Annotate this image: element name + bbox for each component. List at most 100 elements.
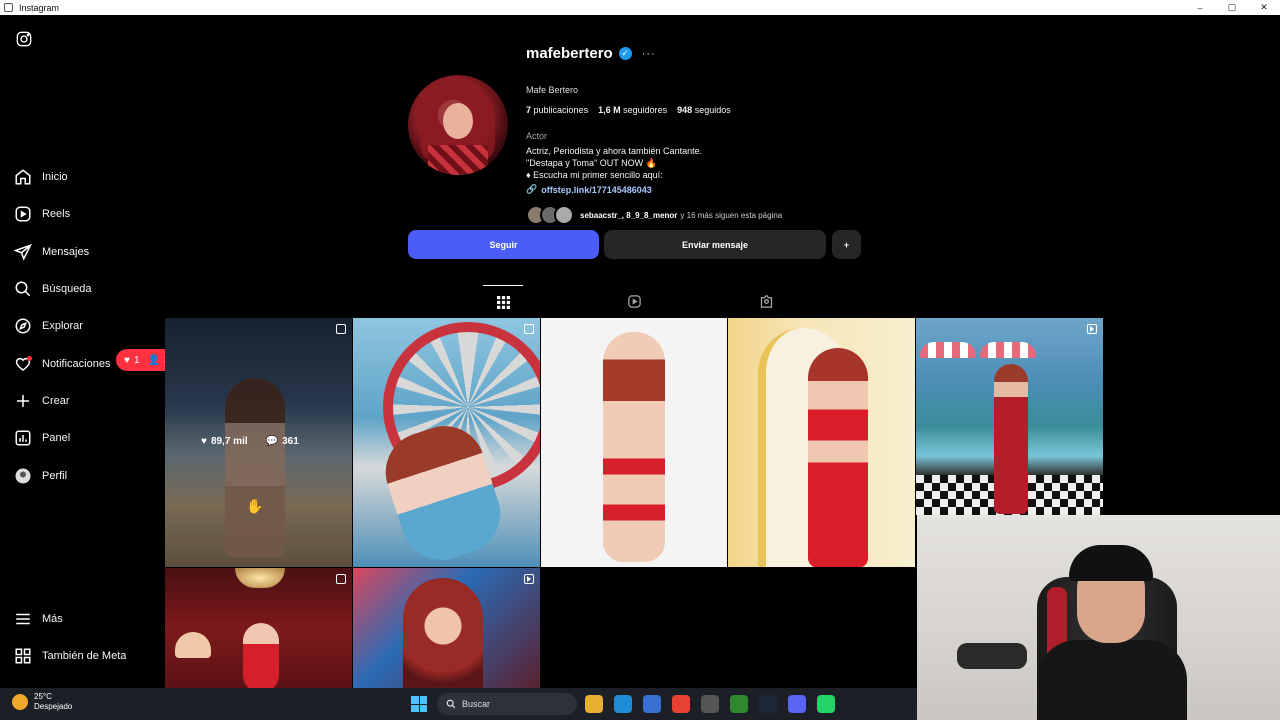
- more-options-icon[interactable]: ···: [642, 48, 656, 60]
- home-icon: [15, 169, 31, 185]
- explore-icon: [15, 318, 31, 334]
- nav-label: Reels: [42, 208, 71, 220]
- post-tile[interactable]: [728, 318, 915, 567]
- carousel-icon: [336, 324, 346, 334]
- post-likes: ♥ 89,7 mil: [201, 436, 248, 447]
- profile-full-name: Mafe Bertero: [526, 85, 579, 95]
- mouse-cursor-icon: ✋: [246, 498, 264, 514]
- like-count-icon: ♥: [124, 354, 130, 366]
- search-icon: [446, 699, 456, 709]
- steam-icon[interactable]: [759, 695, 777, 713]
- profile-stats: 7 publicaciones 1,6 M seguidores 948 seg…: [526, 105, 731, 115]
- search-placeholder: Buscar: [462, 699, 491, 709]
- nav-mas[interactable]: Más: [14, 608, 63, 630]
- start-button[interactable]: [411, 696, 427, 712]
- nav-label: Más: [42, 613, 63, 625]
- store-icon[interactable]: [643, 695, 661, 713]
- taskbar-search[interactable]: Buscar: [437, 693, 577, 715]
- tab-tagged[interactable]: [746, 285, 786, 318]
- meta-icon: [15, 648, 31, 664]
- window-controls: – ▢ ✕: [1184, 0, 1280, 15]
- whatsapp-icon[interactable]: [817, 695, 835, 713]
- nav-label: Perfil: [42, 470, 68, 482]
- bio-line: "Destapa y Toma" OUT NOW 🔥: [526, 158, 657, 168]
- profile-tabs: [165, 285, 1103, 318]
- nav-explorar[interactable]: Explorar: [14, 315, 83, 337]
- nav-tambien-de-meta[interactable]: También de Meta: [14, 645, 126, 667]
- post-tile[interactable]: [353, 318, 540, 567]
- profile-username: mafebertero: [526, 45, 613, 62]
- nav-label: Búsqueda: [42, 283, 92, 295]
- comment-icon: 💬: [265, 436, 279, 447]
- tab-reels[interactable]: [614, 285, 654, 318]
- nav-label: Explorar: [42, 320, 83, 332]
- like-count: 1: [133, 354, 140, 366]
- maximize-button[interactable]: ▢: [1216, 0, 1248, 15]
- bio-line: Actriz, Periodista y ahora también Canta…: [526, 146, 703, 156]
- windows-taskbar: 25°C Despejado Buscar: [0, 688, 917, 720]
- send-message-button[interactable]: Enviar mensaje: [604, 230, 826, 259]
- add-person-icon: +: [843, 239, 850, 250]
- nav-crear[interactable]: Crear: [14, 390, 70, 412]
- obs-icon[interactable]: [701, 695, 719, 713]
- file-explorer-icon[interactable]: [585, 695, 603, 713]
- reel-icon: [524, 574, 534, 584]
- nav-label: Mensajes: [42, 246, 90, 258]
- minimize-button[interactable]: –: [1184, 0, 1216, 15]
- nav-inicio[interactable]: Inicio: [14, 166, 68, 188]
- nav-mensajes[interactable]: Mensajes: [14, 241, 89, 263]
- notification-dot: [27, 356, 32, 361]
- suggested-users-button[interactable]: +: [832, 230, 861, 259]
- weather-condition: Despejado: [34, 702, 73, 711]
- following-stat[interactable]: 948 seguidos: [677, 105, 731, 115]
- nav-reels[interactable]: Reels: [14, 203, 70, 225]
- app-icon: [4, 3, 13, 12]
- webcam-overlay: [917, 515, 1280, 720]
- like-icon: ♥: [201, 436, 207, 447]
- username-row: mafebertero ✓ ···: [526, 45, 656, 62]
- xbox-icon[interactable]: [730, 695, 748, 713]
- temperature: 25°C: [34, 692, 52, 701]
- reels-icon: [15, 206, 31, 222]
- nav-label: También de Meta: [42, 650, 127, 662]
- followers-stat[interactable]: 1,6 M seguidores: [598, 105, 667, 115]
- followed-by-rest: y 16 más siguen esta página: [680, 210, 783, 220]
- post-tile[interactable]: [165, 568, 352, 688]
- profile-category: Actor: [526, 131, 548, 141]
- tab-posts[interactable]: [483, 285, 523, 318]
- nav-busqueda[interactable]: Búsqueda: [14, 278, 92, 300]
- chrome-icon[interactable]: [672, 695, 690, 713]
- post-hover-stats: ♥ 89,7 mil 💬 361: [201, 436, 299, 447]
- bio-line: ♦ Escucha mi primer sencillo aquí:: [526, 170, 663, 180]
- nav-panel[interactable]: Panel: [14, 427, 70, 449]
- nav-perfil[interactable]: Perfil: [14, 465, 67, 487]
- carousel-icon: [524, 324, 534, 334]
- profile-link-text[interactable]: offstep.link/177145486043: [541, 185, 652, 195]
- posts-grid-icon: [496, 295, 510, 309]
- nav-label: Inicio: [42, 171, 68, 183]
- window-titlebar: Instagram – ▢ ✕: [0, 0, 1280, 15]
- taskbar-apps: [585, 695, 835, 713]
- post-comments: 💬 361: [265, 436, 299, 447]
- nav-label: Crear: [42, 395, 70, 407]
- discord-icon[interactable]: [788, 695, 806, 713]
- post-tile[interactable]: [541, 318, 727, 567]
- instagram-icon[interactable]: [16, 31, 32, 47]
- nav-label: Panel: [42, 432, 71, 444]
- close-button[interactable]: ✕: [1248, 0, 1280, 15]
- follower-avatars: [526, 205, 574, 225]
- edge-icon[interactable]: [614, 695, 632, 713]
- carousel-icon: [336, 574, 346, 584]
- reel-icon: [1087, 324, 1097, 334]
- followed-by[interactable]: sebaacstr_, 8_9_8_menor y 16 más siguen …: [526, 205, 782, 225]
- profile-avatar[interactable]: [408, 75, 508, 175]
- weather-widget[interactable]: 25°C Despejado: [12, 692, 72, 712]
- post-tile[interactable]: [916, 318, 1103, 515]
- profile-link[interactable]: 🔗 offstep.link/177145486043: [526, 184, 652, 195]
- sidebar: Inicio Reels Mensajes Búsqueda Explorar …: [0, 15, 178, 688]
- follow-button[interactable]: Seguir: [408, 230, 599, 259]
- nav-label: Notificaciones: [42, 358, 111, 370]
- post-tile[interactable]: ♥ 89,7 mil 💬 361: [165, 318, 352, 567]
- followed-by-names: sebaacstr_, 8_9_8_menor: [580, 210, 678, 220]
- post-tile[interactable]: [353, 568, 540, 688]
